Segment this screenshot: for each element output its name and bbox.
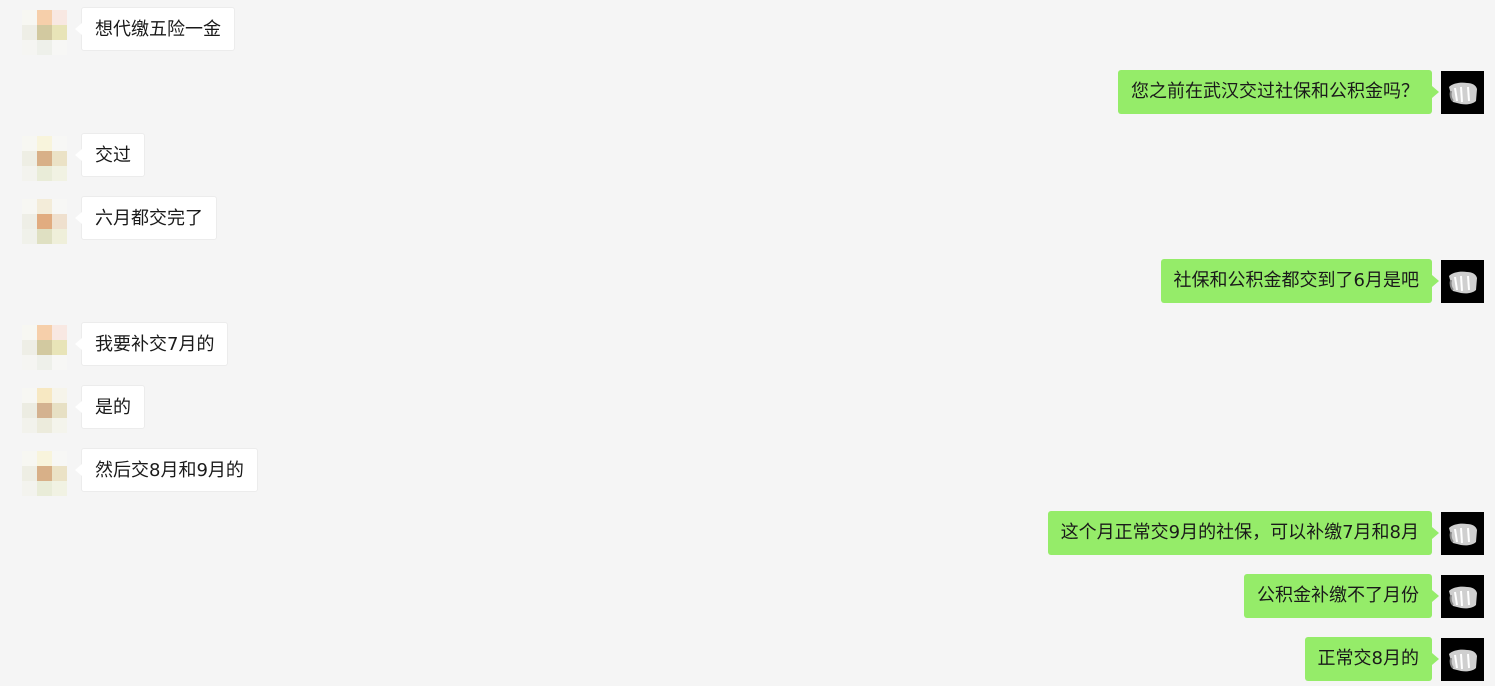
my-avatar[interactable] bbox=[1441, 260, 1484, 303]
message-bubble[interactable]: 公积金补缴不了月份 bbox=[1244, 574, 1439, 618]
incoming-message: 然后交8月和9月的 bbox=[0, 448, 1495, 496]
message-bubble[interactable]: 六月都交完了 bbox=[75, 196, 217, 240]
message-bubble[interactable]: 然后交8月和9月的 bbox=[75, 448, 258, 492]
incoming-message: 是的 bbox=[0, 385, 1495, 433]
my-avatar[interactable] bbox=[1441, 512, 1484, 555]
message-bubble[interactable]: 是的 bbox=[75, 385, 145, 429]
my-avatar[interactable] bbox=[1441, 638, 1484, 681]
message-bubble[interactable]: 社保和公积金都交到了6月是吧 bbox=[1160, 259, 1440, 303]
message-bubble[interactable]: 想代缴五险一金 bbox=[75, 7, 235, 51]
incoming-message: 我要补交7月的 bbox=[0, 322, 1495, 370]
message-bubble[interactable]: 我要补交7月的 bbox=[74, 322, 229, 366]
contact-avatar[interactable] bbox=[22, 199, 67, 244]
message-bubble[interactable]: 这个月正常交9月的社保，可以补缴7月和8月 bbox=[1047, 511, 1440, 555]
contact-avatar[interactable] bbox=[22, 136, 67, 181]
incoming-message: 想代缴五险一金 bbox=[0, 7, 1495, 55]
message-bubble[interactable]: 交过 bbox=[75, 133, 145, 177]
avatar-image-icon bbox=[1441, 71, 1484, 114]
contact-avatar[interactable] bbox=[22, 451, 67, 496]
outgoing-message: 正常交8月的 bbox=[0, 637, 1495, 683]
contact-avatar[interactable] bbox=[22, 388, 67, 433]
my-avatar[interactable] bbox=[1441, 71, 1484, 114]
incoming-message: 六月都交完了 bbox=[0, 196, 1495, 244]
avatar-image-icon bbox=[1441, 575, 1484, 618]
outgoing-message: 您之前在武汉交过社保和公积金吗？ bbox=[0, 70, 1495, 116]
chat-message-list: 想代缴五险一金 您之前在武汉交过社保和公积金吗？ 交过 六月都交完了 社保和公积… bbox=[0, 0, 1495, 686]
outgoing-message: 公积金补缴不了月份 bbox=[0, 574, 1495, 620]
contact-avatar[interactable] bbox=[22, 325, 67, 370]
avatar-image-icon bbox=[1441, 512, 1484, 555]
message-bubble[interactable]: 正常交8月的 bbox=[1304, 637, 1440, 681]
outgoing-message: 这个月正常交9月的社保，可以补缴7月和8月 bbox=[0, 511, 1495, 557]
avatar-image-icon bbox=[1441, 260, 1484, 303]
my-avatar[interactable] bbox=[1441, 575, 1484, 618]
outgoing-message: 社保和公积金都交到了6月是吧 bbox=[0, 259, 1495, 305]
incoming-message: 交过 bbox=[0, 133, 1495, 181]
message-bubble[interactable]: 您之前在武汉交过社保和公积金吗？ bbox=[1118, 70, 1439, 114]
contact-avatar[interactable] bbox=[22, 10, 67, 55]
avatar-image-icon bbox=[1441, 638, 1484, 681]
